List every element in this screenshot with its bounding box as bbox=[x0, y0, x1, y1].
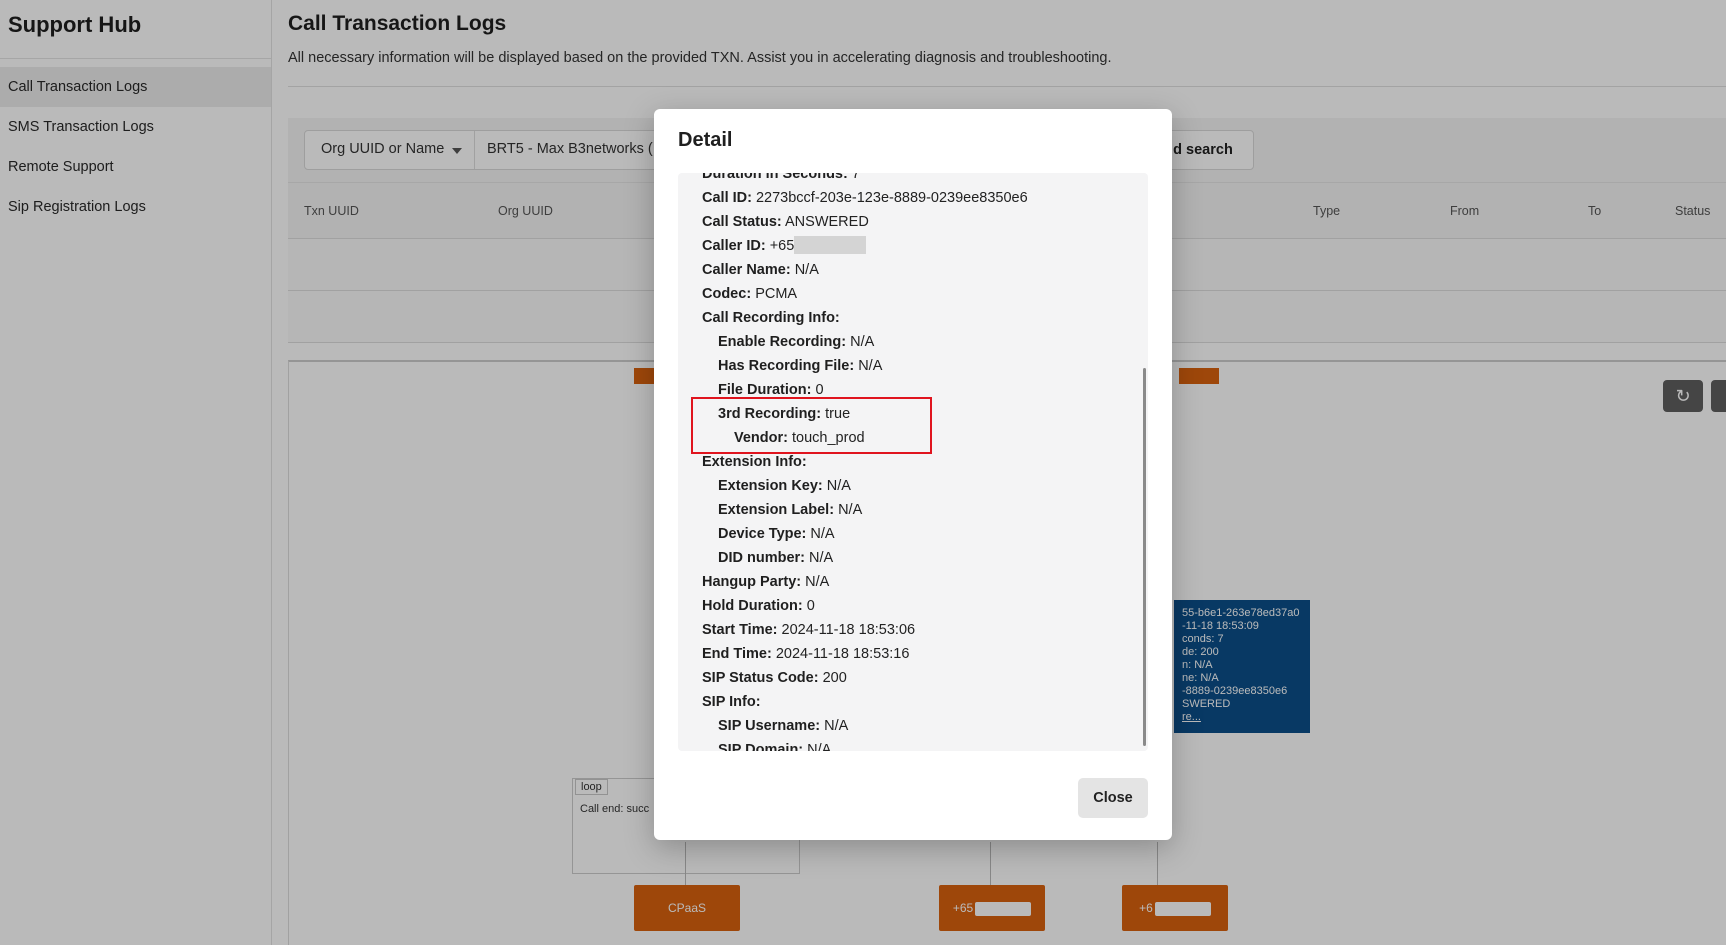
modal-title: Detail bbox=[678, 129, 733, 151]
detail-field-value: N/A bbox=[810, 526, 835, 542]
detail-field-value: PCMA bbox=[755, 286, 798, 302]
detail-field-key: SIP Domain: bbox=[718, 742, 804, 751]
detail-field-key: Vendor: bbox=[734, 430, 788, 446]
detail-field-key: Extension Info: bbox=[702, 454, 807, 470]
detail-field: Enable Recording: N/A bbox=[702, 330, 1148, 354]
detail-field-key: Hangup Party: bbox=[702, 574, 802, 590]
detail-field-key: Enable Recording: bbox=[718, 334, 847, 350]
detail-field: Vendor: touch_prod bbox=[702, 426, 1148, 450]
detail-field-key: Extension Label: bbox=[718, 502, 835, 518]
detail-field: Extension Label: N/A bbox=[702, 498, 1148, 522]
detail-field: SIP Status Code: 200 bbox=[702, 666, 1148, 690]
detail-field-value: touch_prod bbox=[792, 430, 865, 446]
detail-field-value: 2273bccf-203e-123e-8889-0239ee8350e6 bbox=[755, 190, 1028, 206]
detail-field-value: N/A bbox=[824, 718, 849, 734]
detail-field: SIP Info: bbox=[702, 690, 1148, 714]
detail-field-key: Extension Key: bbox=[718, 478, 823, 494]
detail-field-value: true bbox=[825, 406, 851, 422]
detail-field: DID number: N/A bbox=[702, 546, 1148, 570]
detail-field-value: N/A bbox=[838, 502, 863, 518]
detail-list: Duration in Seconds: 7 Call ID: 2273bccf-… bbox=[678, 173, 1148, 751]
detail-field-value: ANSWERED bbox=[785, 214, 869, 230]
detail-field-key: Caller ID: bbox=[702, 238, 766, 254]
close-button[interactable]: Close bbox=[1078, 778, 1148, 818]
detail-field: Codec: PCMA bbox=[702, 282, 1148, 306]
detail-field-value: N/A bbox=[858, 358, 883, 374]
detail-field: Call Recording Info: bbox=[702, 306, 1148, 330]
detail-field: SIP Domain: N/A bbox=[702, 738, 1148, 751]
detail-field-key: Codec: bbox=[702, 286, 752, 302]
detail-field: 3rd Recording: true bbox=[702, 402, 1148, 426]
detail-field: SIP Username: N/A bbox=[702, 714, 1148, 738]
detail-field-key: Call Recording Info: bbox=[702, 310, 840, 326]
detail-field: Caller Name: N/A bbox=[702, 258, 1148, 282]
detail-field-value: 2024-11-18 18:53:06 bbox=[781, 622, 916, 638]
detail-field-key: SIP Username: bbox=[718, 718, 821, 734]
detail-field-value: N/A bbox=[850, 334, 875, 350]
detail-field: File Duration: 0 bbox=[702, 378, 1148, 402]
detail-field-value: 7 bbox=[851, 173, 860, 182]
detail-field-key: DID number: bbox=[718, 550, 805, 566]
detail-field: Call ID: 2273bccf-203e-123e-8889-0239ee8… bbox=[702, 186, 1148, 210]
detail-field-value: 0 bbox=[806, 598, 815, 614]
detail-field-key: Duration in Seconds: bbox=[702, 173, 848, 182]
detail-field-key: File Duration: bbox=[718, 382, 812, 398]
detail-field-key: End Time: bbox=[702, 646, 772, 662]
detail-field-value: 2024-11-18 18:53:16 bbox=[775, 646, 910, 662]
redacted-mask bbox=[794, 235, 867, 254]
detail-field: End Time: 2024-11-18 18:53:16 bbox=[702, 642, 1148, 666]
detail-field-key: Device Type: bbox=[718, 526, 807, 542]
detail-field-key: Hold Duration: bbox=[702, 598, 803, 614]
detail-field-key: Has Recording File: bbox=[718, 358, 855, 374]
detail-field-key: SIP Info: bbox=[702, 694, 761, 710]
detail-field-value: N/A bbox=[807, 742, 832, 751]
detail-field: Caller ID: +65 bbox=[702, 234, 1148, 258]
detail-field: Start Time: 2024-11-18 18:53:06 bbox=[702, 618, 1148, 642]
detail-field-key: Start Time: bbox=[702, 622, 778, 638]
detail-field-value: +65 bbox=[769, 238, 795, 254]
detail-field: Hangup Party: N/A bbox=[702, 570, 1148, 594]
detail-field-value: 0 bbox=[815, 382, 824, 398]
detail-field-value: N/A bbox=[826, 478, 851, 494]
detail-field-key: SIP Status Code: bbox=[702, 670, 819, 686]
detail-panel[interactable]: Duration in Seconds: 7 Call ID: 2273bccf-… bbox=[678, 173, 1148, 751]
detail-field-key: Call ID: bbox=[702, 190, 752, 206]
detail-field: Extension Info: bbox=[702, 450, 1148, 474]
detail-field: Duration in Seconds: 7 bbox=[702, 173, 1148, 186]
detail-field: Hold Duration: 0 bbox=[702, 594, 1148, 618]
detail-field-value: 200 bbox=[822, 670, 847, 686]
detail-field-key: Caller Name: bbox=[702, 262, 791, 278]
detail-field: Call Status: ANSWERED bbox=[702, 210, 1148, 234]
detail-field-value: N/A bbox=[809, 550, 834, 566]
detail-modal: Detail Duration in Seconds: 7 Call ID: 22… bbox=[654, 109, 1172, 840]
detail-field-value: N/A bbox=[805, 574, 830, 590]
detail-field-value: N/A bbox=[794, 262, 819, 278]
detail-field: Extension Key: N/A bbox=[702, 474, 1148, 498]
scrollbar[interactable] bbox=[1143, 368, 1146, 746]
detail-field: Has Recording File: N/A bbox=[702, 354, 1148, 378]
detail-field-key: 3rd Recording: bbox=[718, 406, 822, 422]
detail-field-key: Call Status: bbox=[702, 214, 782, 230]
detail-field: Device Type: N/A bbox=[702, 522, 1148, 546]
